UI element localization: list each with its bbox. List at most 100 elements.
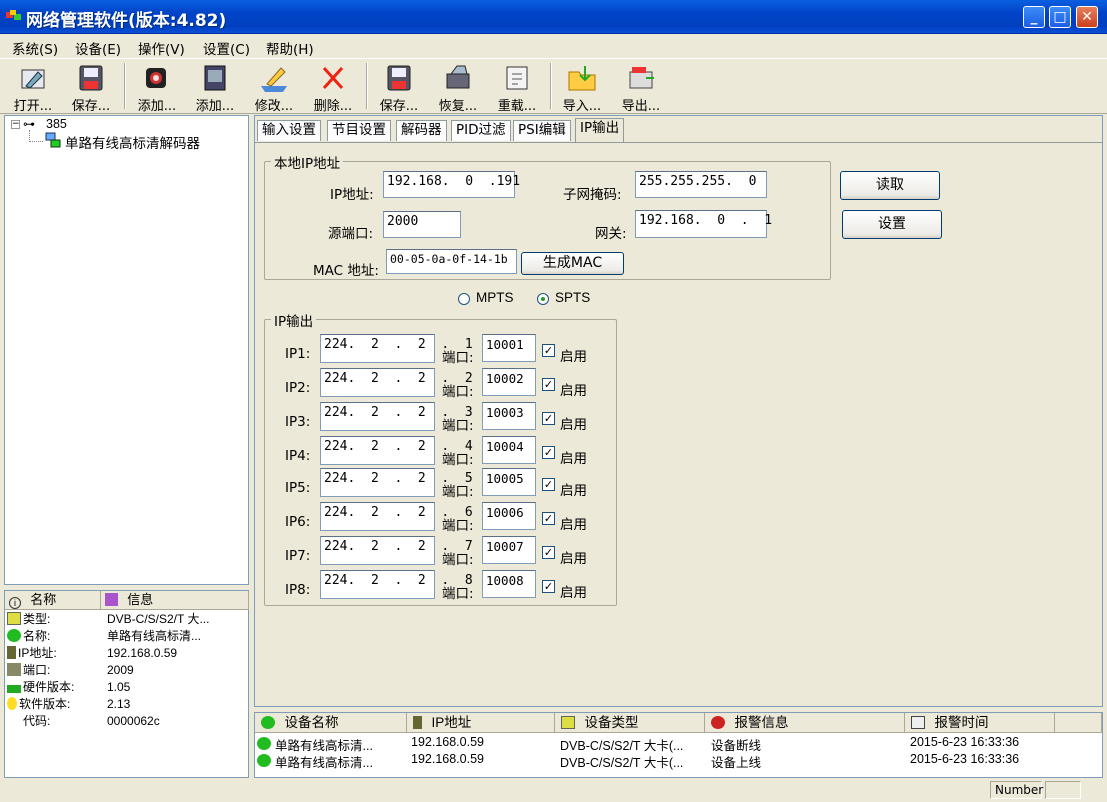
ip-row-label: IP7:	[285, 548, 311, 564]
ip-row-label: IP4:	[285, 448, 311, 464]
multicast-ip-input[interactable]: 224. 2 . 2 . 5	[320, 468, 473, 497]
alarm-cell: DVB-C/S/S2/T 大卡(...	[560, 756, 684, 770]
tab-pid-filter[interactable]: PID过滤	[451, 120, 511, 141]
mac-label: MAC 地址:	[313, 263, 379, 279]
info-row-code[interactable]: 代码: 0000062c	[7, 713, 247, 730]
output-port-input[interactable]: 10006	[482, 502, 536, 530]
tab-psi-edit[interactable]: PSI编辑	[513, 120, 571, 141]
info-row-hw-version[interactable]: 硬件版本: 1.05	[7, 679, 247, 696]
info-row-sw-version[interactable]: 软件版本: 2.13	[7, 696, 247, 713]
add-group-button[interactable]: 添加...	[130, 61, 184, 114]
delete-button[interactable]: 删除...	[306, 61, 360, 114]
tab-program-settings[interactable]: 节目设置	[327, 120, 391, 141]
open-icon	[21, 69, 45, 89]
restore-button[interactable]: 恢复...	[431, 61, 485, 114]
output-port-input[interactable]: 10005	[482, 468, 536, 496]
ip-row-label: IP6:	[285, 514, 311, 530]
ip-icon	[7, 646, 16, 659]
tab-ip-output[interactable]: IP输出	[575, 118, 625, 142]
ip-address-input[interactable]: 192.168. 0 .191	[383, 171, 520, 198]
name-icon	[7, 629, 21, 642]
tab-decoder[interactable]: 解码器	[396, 120, 447, 141]
output-port-input[interactable]: 10002	[482, 368, 536, 396]
tab-strip-border	[255, 142, 1102, 143]
enable-checkbox[interactable]: ✓	[542, 580, 555, 593]
enable-checkbox[interactable]: ✓	[542, 446, 555, 459]
menu-settings[interactable]: 设置(C)	[203, 38, 250, 58]
menu-operation[interactable]: 操作(V)	[138, 38, 185, 58]
enable-checkbox[interactable]: ✓	[542, 344, 555, 357]
generate-mac-button[interactable]: 生成MAC	[521, 252, 624, 275]
save-config-button[interactable]: 保存...	[372, 61, 426, 114]
gateway-label: 网关:	[595, 226, 627, 242]
output-port-input[interactable]: 10007	[482, 536, 536, 564]
open-button[interactable]: 打开...	[6, 61, 60, 114]
mac-address-input[interactable]: 00-05-0a-0f-14-1b	[386, 249, 517, 274]
info-row-ip[interactable]: IP地址: 192.168.0.59	[7, 645, 247, 662]
source-port-input[interactable]: 2000	[383, 211, 461, 238]
output-port-input[interactable]: 10004	[482, 436, 536, 464]
alarm-list[interactable]: 设备名称 IP地址 设备类型 报警信息 报警时间 单路有线高标清... 192.1…	[254, 712, 1103, 778]
device-status-icon	[257, 754, 271, 767]
minimize-button[interactable]: _	[1023, 6, 1045, 28]
read-button[interactable]: 读取	[840, 171, 940, 200]
multicast-ip-input[interactable]: 224. 2 . 2 . 4	[320, 436, 473, 465]
tree-root-label[interactable]: 385	[46, 117, 67, 131]
enable-checkbox[interactable]: ✓	[542, 546, 555, 559]
alarm-header-ip[interactable]: IP地址	[407, 713, 555, 733]
reload-button[interactable]: 重载...	[490, 61, 544, 114]
multicast-ip-input[interactable]: 224. 2 . 2 . 7	[320, 536, 473, 565]
add-device-button[interactable]: 添加...	[188, 61, 242, 114]
enable-checkbox[interactable]: ✓	[542, 478, 555, 491]
multicast-ip-input[interactable]: 224. 2 . 2 . 2	[320, 368, 473, 397]
subnet-mask-input[interactable]: 255.255.255. 0	[635, 171, 767, 198]
modify-button[interactable]: 修改...	[247, 61, 301, 114]
mpts-label: MPTS	[476, 290, 514, 305]
enable-checkbox[interactable]: ✓	[542, 412, 555, 425]
multicast-ip-input[interactable]: 224. 2 . 2 . 1	[320, 334, 473, 363]
mpts-radio[interactable]	[458, 293, 470, 305]
output-port-input[interactable]: 10008	[482, 570, 536, 598]
gateway-input[interactable]: 192.168. 0 . 1	[635, 210, 772, 238]
tab-input-settings[interactable]: 输入设置	[257, 120, 321, 141]
alarm-header-device-name[interactable]: 设备名称	[255, 713, 407, 733]
alarm-cell: 2015-6-23 16:33:36	[910, 752, 1020, 766]
ip-icon	[413, 716, 422, 729]
tree-collapse-toggle[interactable]: −	[11, 120, 20, 129]
info-row-type[interactable]: 类型: DVB-C/S/S2/T 大...	[7, 611, 247, 628]
spts-radio[interactable]	[537, 293, 549, 305]
output-port-input[interactable]: 10001	[482, 334, 536, 362]
multicast-ip-input[interactable]: 224. 2 . 2 . 3	[320, 402, 473, 431]
alarm-cell: 192.168.0.59	[411, 735, 484, 749]
device-tree[interactable]: − ⊶ 385 单路有线高标清解码器	[4, 115, 249, 585]
import-button[interactable]: 导入...	[555, 61, 609, 114]
info-header-value[interactable]: 信息	[101, 591, 249, 610]
close-button[interactable]: ✕	[1076, 6, 1098, 28]
alarm-header-alarm-time[interactable]: 报警时间	[905, 713, 1055, 733]
menu-system[interactable]: 系统(S)	[12, 38, 58, 58]
alarm-header-device-type[interactable]: 设备类型	[555, 713, 705, 733]
output-port-input[interactable]: 10003	[482, 402, 536, 430]
enable-checkbox[interactable]: ✓	[542, 512, 555, 525]
enable-checkbox[interactable]: ✓	[542, 378, 555, 391]
spts-label: SPTS	[555, 290, 591, 305]
multicast-ip-input[interactable]: 224. 2 . 2 . 6	[320, 502, 473, 531]
device-icon	[261, 716, 275, 729]
tree-item-decoder[interactable]: 单路有线高标清解码器	[65, 132, 200, 152]
set-button[interactable]: 设置	[842, 210, 942, 239]
export-button[interactable]: 导出...	[614, 61, 668, 114]
port-label: 端口:	[442, 452, 474, 468]
save-button[interactable]: 保存...	[64, 61, 118, 114]
maximize-button[interactable]: □	[1049, 6, 1071, 28]
info-header-name[interactable]: i 名称	[5, 591, 101, 610]
menu-device[interactable]: 设备(E)	[75, 38, 121, 58]
folder-icon	[561, 716, 575, 729]
enable-label: 启用	[560, 551, 587, 567]
multicast-ip-input[interactable]: 224. 2 . 2 . 8	[320, 570, 473, 599]
info-row-port[interactable]: 端口: 2009	[7, 662, 247, 679]
alarm-header-alarm-info[interactable]: 报警信息	[705, 713, 905, 733]
menu-help[interactable]: 帮助(H)	[266, 38, 314, 58]
title-bar[interactable]: 网络管理软件(版本:4.82) _ □ ✕	[0, 0, 1107, 34]
info-row-name[interactable]: 名称: 单路有线高标清...	[7, 628, 247, 645]
device-status-icon	[257, 737, 271, 750]
